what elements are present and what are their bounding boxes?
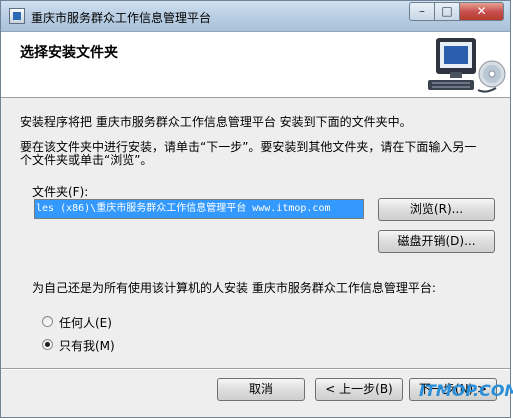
title-bar[interactable]: 重庆市服务群众工作信息管理平台 – □ ✕ xyxy=(1,1,510,32)
close-button[interactable]: ✕ xyxy=(459,2,504,21)
radio-just-me-label[interactable]: 只有我(M) xyxy=(59,337,115,354)
app-icon xyxy=(9,8,25,24)
minimize-button[interactable]: – xyxy=(409,2,435,21)
cancel-button[interactable]: 取消 xyxy=(217,378,305,401)
window-title: 重庆市服务群众工作信息管理平台 xyxy=(31,11,212,25)
folder-path-input[interactable]: les (x86)\重庆市服务群众工作信息管理平台 www.itmop.com xyxy=(34,199,364,219)
folder-label: 文件夹(F): xyxy=(32,185,89,199)
page-title: 选择安装文件夹 xyxy=(20,45,118,61)
back-button[interactable]: < 上一步(B) xyxy=(315,378,403,401)
computer-with-cd-icon xyxy=(428,38,506,93)
maximize-button[interactable]: □ xyxy=(434,2,460,21)
disk-cost-button[interactable]: 磁盘开销(D)... xyxy=(378,230,495,253)
installer-window: 重庆市服务群众工作信息管理平台 – □ ✕ 选择安装文件夹 安装程序将把 重庆市… xyxy=(0,0,513,418)
instruction-text-line2: 个文件夹或单击“浏览”。 xyxy=(20,153,153,167)
footer-divider xyxy=(1,368,510,370)
radio-everyone[interactable] xyxy=(42,316,53,327)
folder-path-value: les (x86)\重庆市服务群众工作信息管理平台 www.itmop.com xyxy=(35,200,363,218)
install-for-label: 为自己还是为所有使用该计算机的人安装 重庆市服务群众工作信息管理平台: xyxy=(32,281,436,295)
wizard-header: 选择安装文件夹 xyxy=(1,32,510,98)
browse-button[interactable]: 浏览(R)... xyxy=(378,198,495,221)
intro-text: 安装程序将把 重庆市服务群众工作信息管理平台 安装到下面的文件夹中。 xyxy=(20,115,412,129)
radio-everyone-label[interactable]: 任何人(E) xyxy=(59,314,112,331)
radio-just-me[interactable] xyxy=(42,339,53,350)
watermark: ITMOP.COM xyxy=(419,381,513,400)
